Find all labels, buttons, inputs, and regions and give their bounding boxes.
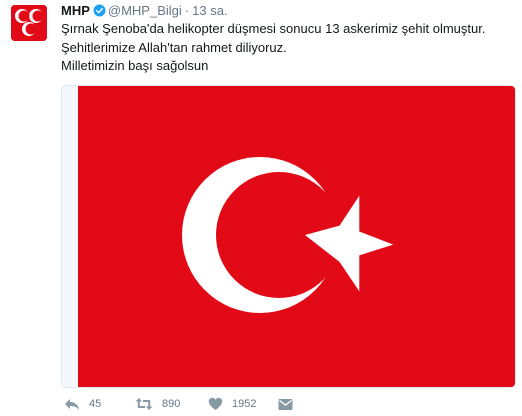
author-handle[interactable]: @MHP_Bilgi <box>108 3 182 18</box>
like-button[interactable]: 1952 <box>208 394 256 414</box>
tweet-media[interactable] <box>61 85 516 388</box>
retweet-button[interactable]: 890 <box>135 394 180 414</box>
retweet-icon <box>135 398 153 410</box>
media-letterbox <box>62 86 78 387</box>
header-separator: · <box>184 3 190 18</box>
author-name[interactable]: MHP <box>61 3 90 18</box>
tweet-text-line: Milletimizin başı sağolsun <box>61 58 209 73</box>
mhp-logo-icon <box>11 5 47 41</box>
avatar[interactable] <box>11 5 47 41</box>
turkish-flag-image <box>78 86 515 387</box>
tweet[interactable]: MHP @MHP_Bilgi · 13 sa. Şırnak Şenoba'da he… <box>0 0 522 416</box>
reply-icon <box>65 399 79 410</box>
heart-icon <box>208 397 223 410</box>
tweet-header: MHP @MHP_Bilgi · 13 sa. <box>61 3 228 19</box>
verified-badge-icon <box>93 4 106 17</box>
tweet-text-line: Şırnak Şenoba'da helikopter düşmesi sonu… <box>61 21 486 36</box>
tweet-text: Şırnak Şenoba'da helikopter düşmesi sonu… <box>61 20 511 76</box>
timestamp[interactable]: 13 sa. <box>192 3 227 18</box>
direct-message-button[interactable] <box>278 394 293 414</box>
retweet-count: 890 <box>162 398 181 410</box>
direct-message-icon <box>278 398 293 410</box>
reply-count: 45 <box>89 398 102 410</box>
like-count: 1952 <box>232 398 257 410</box>
tweet-text-line: Şehitlerimize Allah'tan rahmet diliyoruz… <box>61 39 287 55</box>
reply-button[interactable]: 45 <box>64 394 101 414</box>
